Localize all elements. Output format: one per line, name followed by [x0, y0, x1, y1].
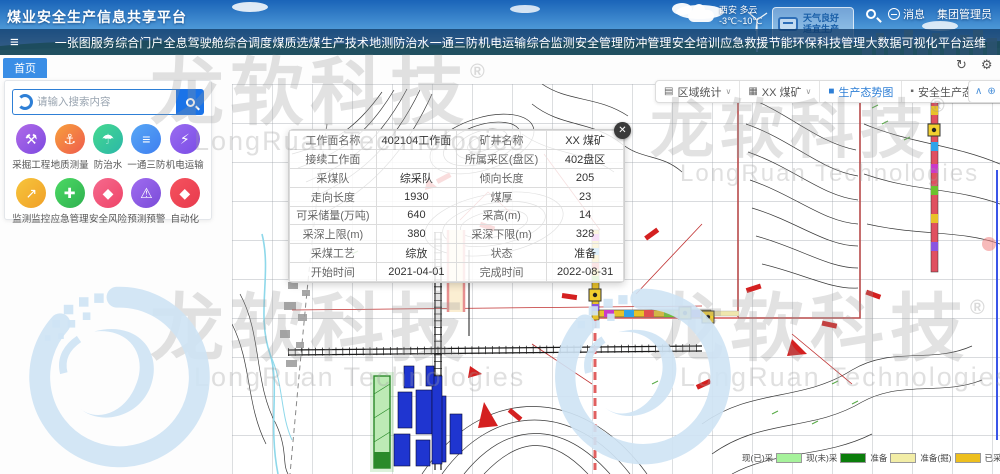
- production-view-button[interactable]: ■ 生产态势图: [820, 81, 902, 102]
- legend-item: 现(未)采: [806, 452, 866, 464]
- legend-item: 准备(掘): [920, 452, 980, 464]
- app-safety-risk[interactable]: ◆安全风险: [89, 178, 127, 225]
- weather-slogan-1: 天气良好: [803, 13, 839, 24]
- message-icon: [888, 8, 900, 20]
- nav-ventilation[interactable]: 一通三防: [430, 34, 478, 51]
- working-face-info-dialog: 工作面名称402104工作面矿井名称XX 煤矿 接续工作面所属采区(盘区)402…: [288, 129, 625, 283]
- search-box: [12, 89, 176, 115]
- collapse-icon: ∧: [975, 86, 982, 97]
- search-input[interactable]: [33, 96, 176, 108]
- legend-swatch: [776, 453, 802, 463]
- nav-bigdata[interactable]: 大数据可视化: [866, 34, 938, 51]
- nav-ops[interactable]: 平台运维: [938, 34, 986, 51]
- plug-icon: ⚡: [170, 124, 200, 154]
- gem-icon: ◆: [93, 178, 123, 208]
- legend-item: 已采: [985, 452, 1000, 464]
- warning-icon: ⚠: [131, 178, 161, 208]
- nav-monitoring[interactable]: 综合监测: [527, 34, 575, 51]
- quick-access-panel: ⚒采掘工程 ⚓地质测量 ☂防治水 ≡一通三防 ⚡机电运输 ↗监测监控 ✚应急管理…: [4, 80, 212, 220]
- region-stats-dropdown[interactable]: ▤ 区域统计∨: [656, 81, 740, 102]
- weather-summary: 西安 多云 -3℃~10℃: [688, 5, 762, 27]
- app-ventilation[interactable]: ≡一通三防: [127, 124, 165, 171]
- nav-rockburst[interactable]: 防冲管理: [623, 34, 671, 51]
- nav-geology-water[interactable]: 地测防治水: [369, 34, 429, 51]
- app-monitoring[interactable]: ↗监测监控: [12, 178, 50, 225]
- nav-emergency[interactable]: 应急救援: [720, 34, 768, 51]
- first-aid-icon: ✚: [55, 178, 85, 208]
- page-title: 煤业安全生产信息共享平台: [7, 7, 187, 27]
- legend-swatch: [890, 453, 916, 463]
- search-icon[interactable]: [866, 9, 876, 19]
- search-icon: [186, 98, 195, 107]
- close-icon[interactable]: ✕: [614, 122, 631, 139]
- app-geological-survey[interactable]: ⚓地质测量: [50, 124, 88, 171]
- nav-portal[interactable]: 综合门户: [115, 34, 163, 51]
- gem-icon: ◆: [170, 178, 200, 208]
- refresh-icon[interactable]: ↻: [956, 57, 967, 73]
- pickaxe-icon: ⚒: [16, 124, 46, 154]
- gear-icon[interactable]: ⚙: [981, 57, 993, 73]
- face-status-legend: 现(已)采 现(未)采 准备 准备(掘) 已采: [742, 452, 1000, 464]
- hamburger-icon[interactable]: ≡: [0, 34, 29, 51]
- tab-home[interactable]: 首页: [3, 58, 47, 78]
- extra-tools-button[interactable]: ∧ ⊕: [968, 80, 1000, 103]
- nav-map-service[interactable]: 一张图服务: [55, 34, 115, 51]
- working-face-table: 工作面名称402104工作面矿井名称XX 煤矿 接续工作面所属采区(盘区)402…: [289, 130, 624, 282]
- app-forecast-warning[interactable]: ⚠预测预警: [127, 178, 165, 225]
- nav-dispatch[interactable]: 综合调度: [224, 34, 272, 51]
- weather-temp: -3℃~10℃: [719, 16, 762, 27]
- bar-chart-icon: ▦: [748, 86, 757, 97]
- chevron-down-icon: ∨: [806, 87, 812, 96]
- cloud-icon: [688, 10, 714, 22]
- green-face-block: [370, 372, 394, 472]
- nav-production-tech[interactable]: 生产技术: [321, 34, 369, 51]
- legend-item: 准备: [870, 452, 916, 464]
- nav-energy[interactable]: 节能环保: [769, 34, 817, 51]
- legend-item: 现(已)采: [742, 452, 802, 464]
- app-mining-engineering[interactable]: ⚒采掘工程: [12, 124, 50, 171]
- umbrella-icon: ☂: [93, 124, 123, 154]
- page: 煤业安全生产信息共享平台 西安 多云 -3℃~10℃ 天气良好 适宜生产 消息 …: [0, 0, 1000, 474]
- layers-icon: ▪: [910, 86, 914, 97]
- legend-swatch: [955, 453, 981, 463]
- weather-location: 西安 多云: [719, 5, 762, 16]
- sliders-icon: ≡: [131, 124, 161, 154]
- nav-safety-mgmt[interactable]: 安全管理: [575, 34, 623, 51]
- nav-electromech[interactable]: 机电运输: [478, 34, 526, 51]
- nav-cockpit[interactable]: 全息驾驶舱: [164, 34, 224, 51]
- map-corner-icons: ↻ ⚙: [956, 57, 993, 73]
- mine-selector-dropdown[interactable]: ▦ XX 煤矿∨: [740, 81, 820, 102]
- anchor-icon: ⚓: [55, 124, 85, 154]
- messages-link[interactable]: 消息: [888, 6, 925, 22]
- locate-icon: ⊕: [987, 86, 995, 97]
- grid-icon: ▤: [664, 86, 673, 97]
- app-automation[interactable]: ◆自动化: [166, 178, 204, 225]
- legend-swatch: [840, 453, 866, 463]
- search-button[interactable]: [176, 89, 204, 115]
- app-emergency-mgmt[interactable]: ✚应急管理: [50, 178, 88, 225]
- trend-chart-icon: ↗: [16, 178, 46, 208]
- app-water-control[interactable]: ☂防治水: [89, 124, 127, 171]
- main-nav: ≡ 一张图服务 综合门户 全息驾驶舱 综合调度 煤质选煤 生产技术 地测防治水 …: [0, 29, 1000, 55]
- chevron-down-icon: ∨: [725, 87, 731, 96]
- app-electromechanical[interactable]: ⚡机电运输: [166, 124, 204, 171]
- map-toolbar: ▤ 区域统计∨ ▦ XX 煤矿∨ ■ 生产态势图 ▪ 安全生产态势图∨ ▪ 工具…: [655, 80, 1000, 103]
- admin-user-label[interactable]: 集团管理员: [937, 6, 992, 22]
- nav-tech-mgmt[interactable]: 科技管理: [817, 34, 865, 51]
- dragon-logo-watermark: [22, 282, 212, 472]
- nav-coal-quality[interactable]: 煤质选煤: [272, 34, 320, 51]
- longruan-logo-icon: [17, 94, 33, 110]
- nav-training[interactable]: 安全培训: [672, 34, 720, 51]
- alert-dot: [982, 237, 996, 251]
- layers-icon: ■: [828, 86, 834, 97]
